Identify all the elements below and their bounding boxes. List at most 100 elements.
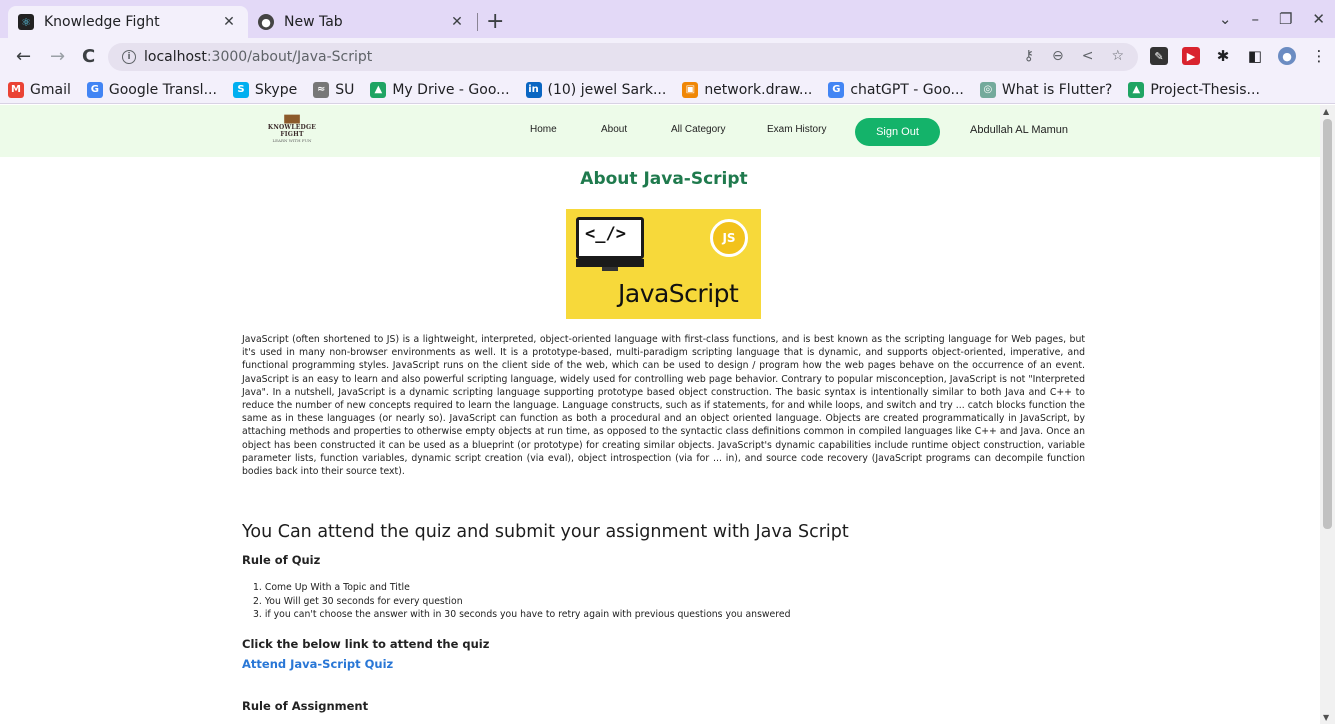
openai-icon: ◎ <box>979 81 996 98</box>
bookmark-label: My Drive - Goo... <box>392 81 510 98</box>
bookmark-item[interactable]: GchatGPT - Goo... <box>828 81 964 98</box>
browser-toolbar: ← → C i localhost :3000/about/Java-Scrip… <box>0 38 1335 76</box>
bookmark-label: Gmail <box>30 81 71 98</box>
bookmark-label: SU <box>335 81 355 98</box>
tab-title: Knowledge Fight <box>44 14 160 30</box>
tab-divider <box>477 13 478 31</box>
attend-quiz-link[interactable]: Attend Java-Script Quiz <box>242 657 393 671</box>
sign-out-button[interactable]: Sign Out <box>855 118 940 146</box>
code-glyph: <_/> <box>585 224 626 244</box>
chevron-down-icon[interactable]: ⌄ <box>1219 10 1232 28</box>
close-icon[interactable]: ✕ <box>448 14 466 30</box>
list-item: 3. if you can't choose the answer with i… <box>253 609 791 620</box>
linkedin-icon: in <box>525 81 542 98</box>
tab-new-tab[interactable]: ● New Tab ✕ <box>248 6 476 38</box>
zoom-icon[interactable]: ⊖ <box>1052 48 1064 64</box>
list-item: 1. Come Up With a Topic and Title <box>253 582 410 593</box>
bookmark-label: Project-Thesis... <box>1150 81 1260 98</box>
nav-exam-history[interactable]: Exam History <box>767 124 826 135</box>
bookmark-label: chatGPT - Goo... <box>850 81 964 98</box>
tab-title: New Tab <box>284 14 343 30</box>
star-icon[interactable]: ☆ <box>1111 48 1124 64</box>
skype-icon: S <box>232 81 249 98</box>
bookmark-label: Skype <box>254 81 298 98</box>
gmail-icon: M <box>8 81 24 98</box>
rule-of-assignment-heading: Rule of Assignment <box>242 699 369 713</box>
close-icon[interactable]: ✕ <box>220 14 238 30</box>
list-item: 2. You Will get 30 seconds for every que… <box>253 595 463 607</box>
drawio-icon: ▣ <box>682 81 699 98</box>
page-viewport: ▆▆ KNOWLEDGE FIGHT LEARN WITH FUN Home A… <box>0 105 1320 724</box>
google-icon: G <box>828 81 845 98</box>
bookmark-label: Google Transl... <box>108 81 217 98</box>
url-host: localhost <box>144 49 207 65</box>
react-icon: ⚛ <box>18 14 34 30</box>
user-name: Abdullah AL Mamun <box>970 124 1069 136</box>
monitor-stand <box>602 267 618 271</box>
scroll-down-icon[interactable]: ▼ <box>1323 713 1329 722</box>
page-scrollbar[interactable]: ▲ ▼ <box>1320 105 1335 724</box>
new-tab-button[interactable]: + <box>486 9 504 34</box>
sidepanel-icon[interactable]: ◧ <box>1246 47 1264 65</box>
translate-icon: G <box>86 81 103 98</box>
logo-line2: FIGHT <box>280 131 304 138</box>
tab-knowledge-fight[interactable]: ⚛ Knowledge Fight ✕ <box>8 6 248 38</box>
bookmark-item[interactable]: M Gmail <box>8 81 71 98</box>
section-title: You Can attend the quiz and submit your … <box>242 522 849 542</box>
bookmark-label: network.draw... <box>704 81 813 98</box>
monitor-base <box>576 259 644 267</box>
window-controls: ⌄ – ❐ ✕ <box>1219 10 1325 28</box>
bookmark-item[interactable]: ▣ network.draw... <box>682 81 813 98</box>
forward-arrow-icon[interactable]: → <box>50 46 65 67</box>
rule-of-quiz-heading: Rule of Quiz <box>242 553 321 567</box>
eyedropper-icon[interactable]: ✎ <box>1150 47 1168 65</box>
tab-strip: ⚛ Knowledge Fight ✕ ● New Tab ✕ + ⌄ – ❐ … <box>0 0 1335 38</box>
logo-line3: LEARN WITH FUN <box>272 138 312 143</box>
bookmark-label: What is Flutter? <box>1001 81 1113 98</box>
site-navbar: ▆▆ KNOWLEDGE FIGHT LEARN WITH FUN Home A… <box>0 105 1320 157</box>
bookmark-item[interactable]: ≈ SU <box>313 81 355 98</box>
logo-line1: KNOWLEDGE <box>267 124 317 131</box>
nav-all-category[interactable]: All Category <box>671 124 725 135</box>
bookmark-label: (10) jewel Sark... <box>547 81 667 98</box>
quiz-rules-list: 1. Come Up With a Topic and Title 2. You… <box>253 581 791 622</box>
info-icon[interactable]: i <box>122 50 136 64</box>
bookmarks-bar: M Gmail G Google Transl... S Skype ≈ SU ▲ My Driv… <box>0 76 1335 104</box>
description-paragraph: JavaScript (often shortened to JS) is a … <box>242 334 1085 478</box>
nav-home[interactable]: Home <box>530 124 557 135</box>
javascript-wordmark: JavaScript <box>618 279 739 308</box>
avatar[interactable]: ● <box>1278 47 1296 65</box>
bookmark-item[interactable]: ▲ Project-Thesis... <box>1128 81 1260 98</box>
extension-red-icon[interactable]: ▶ <box>1182 47 1200 65</box>
address-bar[interactable]: i localhost :3000/about/Java-Script ⚷ ⊖ … <box>108 43 1138 71</box>
share-icon[interactable]: < <box>1082 48 1094 64</box>
bookmark-item[interactable]: G Google Transl... <box>86 81 217 98</box>
drive-icon: ▲ <box>370 81 387 98</box>
url-path: :3000/about/Java-Script <box>206 49 373 65</box>
restore-icon[interactable]: ❐ <box>1279 10 1292 28</box>
monitor-icon: <_/> <box>576 217 644 259</box>
minimize-icon[interactable]: – <box>1251 10 1259 28</box>
bookmark-item[interactable]: in (10) jewel Sark... <box>525 81 667 98</box>
chrome-icon: ● <box>258 14 274 30</box>
back-arrow-icon[interactable]: ← <box>16 46 31 67</box>
click-link-heading: Click the below link to attend the quiz <box>242 637 490 651</box>
bookmark-item[interactable]: S Skype <box>232 81 298 98</box>
book-icon: ▆▆ <box>284 113 300 124</box>
bookmark-item[interactable]: ▲ My Drive - Goo... <box>370 81 510 98</box>
scrollbar-thumb[interactable] <box>1323 119 1332 529</box>
javascript-image: <_/> JS JavaScript <box>566 209 761 319</box>
bookmark-item[interactable]: ◎ What is Flutter? <box>979 81 1113 98</box>
puzzle-icon[interactable]: ✱ <box>1214 47 1232 65</box>
reload-icon[interactable]: C <box>82 46 95 67</box>
js-badge-icon: JS <box>710 219 748 257</box>
menu-kebab-icon[interactable]: ⋮ <box>1310 47 1328 65</box>
site-logo[interactable]: ▆▆ KNOWLEDGE FIGHT LEARN WITH FUN <box>258 114 326 148</box>
close-window-icon[interactable]: ✕ <box>1312 10 1325 28</box>
page-title: About Java-Script <box>580 169 748 189</box>
nav-about[interactable]: About <box>601 124 627 135</box>
scroll-up-icon[interactable]: ▲ <box>1323 107 1329 116</box>
drive-icon: ▲ <box>1128 81 1145 98</box>
chart-icon: ≈ <box>313 81 330 98</box>
key-icon[interactable]: ⚷ <box>1024 48 1034 64</box>
